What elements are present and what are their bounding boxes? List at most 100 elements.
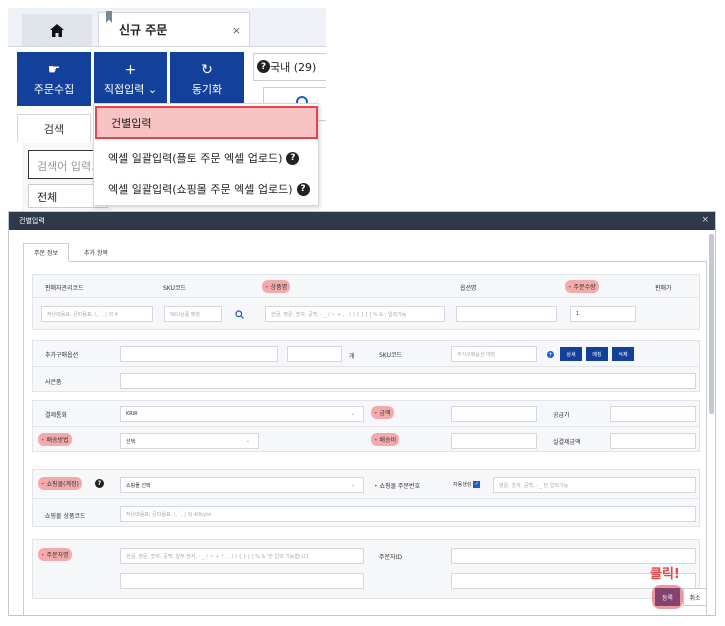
orderer-name-label: • 주문자명 — [38, 548, 72, 561]
bookmark-icon — [106, 11, 112, 23]
home-icon — [50, 23, 64, 37]
click-hint: 클릭! — [650, 567, 680, 582]
extra-option-input[interactable]: 추가구매옵션 매칭 — [451, 346, 537, 362]
screen: 신규 주문 × ☛ 주문수집 + 직접입력 ⌄ ↻ 동기화 ? 국내 (29) — [0, 0, 725, 626]
payment-panel: 결제통화 KRW ⌄ • 금액 공급가 • 배송방법 선택 ⌄ • 배송비 실결제금액 — [32, 400, 700, 452]
currency-value: KRW — [126, 411, 138, 417]
orderer-id-input[interactable] — [451, 548, 696, 564]
order-qty-input[interactable]: 1 — [570, 306, 636, 322]
mall-order-no-label: • 쇼핑몰 주문번호 — [374, 483, 421, 490]
amount-label: • 금액 — [371, 406, 394, 419]
divider — [33, 426, 699, 427]
sku-code-header: SKU코드 — [163, 285, 187, 292]
divider — [33, 366, 699, 367]
shipping-fee-input[interactable] — [451, 433, 537, 449]
search-icon[interactable] — [235, 310, 244, 319]
chevron-down-icon: ⌄ — [350, 482, 355, 488]
tab-order-info[interactable]: 주문 정보 — [23, 243, 69, 262]
menu-item-single-input[interactable]: 건별입력 — [95, 106, 318, 139]
add-icon[interactable]: + — [547, 351, 554, 358]
menu-item-excel-plto[interactable]: 엑셀 일괄입력(플토 주문 엑셀 업로드) ? — [94, 142, 320, 174]
help-icon[interactable]: ? — [286, 151, 300, 165]
menu-item-label: 건별입력 — [111, 116, 152, 130]
direct-label: 직접입력 ⌄ — [103, 82, 158, 96]
gift-label: 사은품 — [45, 379, 62, 386]
seller-code-header: 판매자관리코드 — [45, 285, 84, 292]
mall-order-no-input[interactable]: 영문, 숫자, 공백, - _ 만 입력가능 — [493, 477, 696, 493]
modal-header: 건별입력 × — [9, 212, 715, 230]
delivery-method-select[interactable]: 선택 ⌄ — [120, 433, 259, 449]
help-icon[interactable]: ? — [296, 182, 310, 196]
mall-select[interactable]: 쇼핑몰 선택 ⌄ — [120, 477, 364, 493]
orderer-name-input[interactable]: 한글, 영문, 숫자, 공백, 일부 한자, - _ / ~ + * , . (… — [120, 548, 364, 564]
home-tab[interactable] — [22, 14, 92, 46]
refresh-icon: ↻ — [201, 61, 213, 78]
divider — [33, 297, 699, 298]
tab-new-order[interactable]: 신규 주문 × — [98, 11, 250, 46]
actual-payment-label: 실결제금액 — [553, 439, 581, 446]
sync-button[interactable]: ↻ 동기화 — [170, 52, 244, 106]
product-panel: 판매자관리코드 SKU코드 • 상품명 옵션명 • 주문수량 판매가 작은따옴표, … — [32, 274, 700, 330]
direct-input-menu: 건별입력 엑셀 일괄입력(플토 주문 엑셀 업로드) ? 엑셀 일괄입력(쇼핑몰… — [93, 103, 319, 206]
count-unit: 개 — [349, 353, 355, 360]
tab-extra-fields[interactable]: 추가 항목 — [73, 243, 119, 262]
scrollbar[interactable] — [709, 234, 714, 414]
divider — [33, 498, 699, 499]
sync-label: 동기화 — [191, 82, 223, 96]
currency-select[interactable]: KRW ⌄ — [120, 406, 364, 422]
delete-button[interactable]: 삭제 — [612, 347, 634, 361]
close-icon[interactable]: × — [232, 24, 241, 37]
menu-item-label: 엑셀 일괄입력(플토 주문 엑셀 업로드) — [108, 152, 283, 165]
help-icon[interactable]: ? — [257, 60, 270, 73]
menu-item-label: 엑셀 일괄입력(쇼핑몰 주문 엑셀 업로드) — [108, 183, 293, 196]
mall-panel: • 쇼핑몰(계정) ? 쇼핑몰 선택 ⌄ • 쇼핑몰 주문번호 자동생성 ✓ 영문, … — [32, 469, 700, 527]
mall-product-code-input[interactable]: 작은따옴표, 큰따옴표, \, `, | 외 40byte — [120, 506, 696, 522]
cancel-button[interactable]: 취소 — [683, 588, 707, 606]
help-icon[interactable]: ? — [95, 479, 104, 488]
tab-title: 신규 주문 — [119, 23, 168, 37]
shipping-fee-label: • 배송비 — [371, 433, 400, 446]
collect-icon: ☛ — [47, 61, 61, 78]
extra-product-input[interactable] — [120, 346, 278, 362]
extra-count-input[interactable] — [287, 346, 342, 362]
auto-generate-checkbox[interactable]: 자동생성 ✓ — [453, 481, 481, 488]
order-qty-header: • 주문수량 — [565, 280, 599, 293]
register-button[interactable]: 등록 — [652, 585, 683, 609]
seller-code-input[interactable]: 작은따옴표, 큰따옴표, \, `, | 외 4 — [41, 306, 153, 322]
gift-input[interactable] — [120, 373, 696, 389]
additional-panel: 추가구매옵션 개 SKU코드 추가구매옵션 매칭 + 상세 매칭 삭제 사은품 — [32, 340, 700, 392]
tab-search[interactable]: 검색 — [17, 114, 91, 142]
match-button[interactable]: 매칭 — [586, 347, 608, 361]
register-label: 등록 — [661, 594, 674, 602]
direct-input-button[interactable]: + 직접입력 ⌄ — [94, 52, 167, 106]
product-name-input[interactable]: 한글, 영문, 숫자, 공백, - _ / ~ + , . ( ) { } [ … — [265, 306, 445, 322]
menu-item-excel-mall[interactable]: 엑셀 일괄입력(쇼핑몰 주문 엑셀 업로드) ? — [94, 173, 320, 205]
extra-sku-label: SKU코드 — [379, 352, 403, 359]
option-name-input[interactable] — [456, 306, 557, 322]
supply-price-input[interactable] — [610, 406, 696, 422]
supply-price-label: 공급가 — [553, 412, 570, 419]
orderer-extra-input[interactable] — [120, 573, 364, 589]
domestic-label: 국내 (29) — [270, 61, 317, 74]
collect-label: 주문수집 — [33, 82, 75, 96]
detail-button[interactable]: 상세 — [560, 347, 582, 361]
check-icon: ✓ — [473, 481, 481, 488]
sale-price-header: 판매가 — [655, 285, 672, 292]
domestic-tab[interactable]: ? 국내 (29) — [253, 53, 326, 81]
modal-body: 판매자관리코드 SKU코드 • 상품명 옵션명 • 주문수량 판매가 작은따옴표, … — [23, 262, 707, 615]
mall-value: 쇼핑몰 선택 — [126, 483, 151, 489]
collect-orders-button[interactable]: ☛ 주문수집 — [17, 52, 91, 106]
single-input-modal: 건별입력 × 주문 정보 추가 항목 판매자관리코드 SKU코드 • 상품명 옵션… — [8, 211, 716, 616]
extra-product-label: 추가구매옵션 — [45, 352, 79, 359]
mall-label: • 쇼핑몰(계정) — [38, 477, 82, 490]
tab-bar: 신규 주문 × — [8, 8, 326, 46]
actual-payment-input[interactable] — [610, 433, 696, 449]
modal-title: 건별입력 — [19, 217, 45, 225]
sku-input[interactable]: SKU상품 매칭 — [164, 306, 222, 322]
chevron-down-icon: ⌄ — [147, 82, 158, 96]
orderer-id-label: 주문자ID — [379, 554, 402, 561]
amount-input[interactable] — [451, 406, 537, 422]
close-icon[interactable]: × — [701, 215, 709, 225]
orderer-panel: • 주문자명 한글, 영문, 숫자, 공백, 일부 한자, - _ / ~ + *… — [32, 539, 700, 599]
chevron-down-icon: ⌄ — [350, 411, 355, 417]
